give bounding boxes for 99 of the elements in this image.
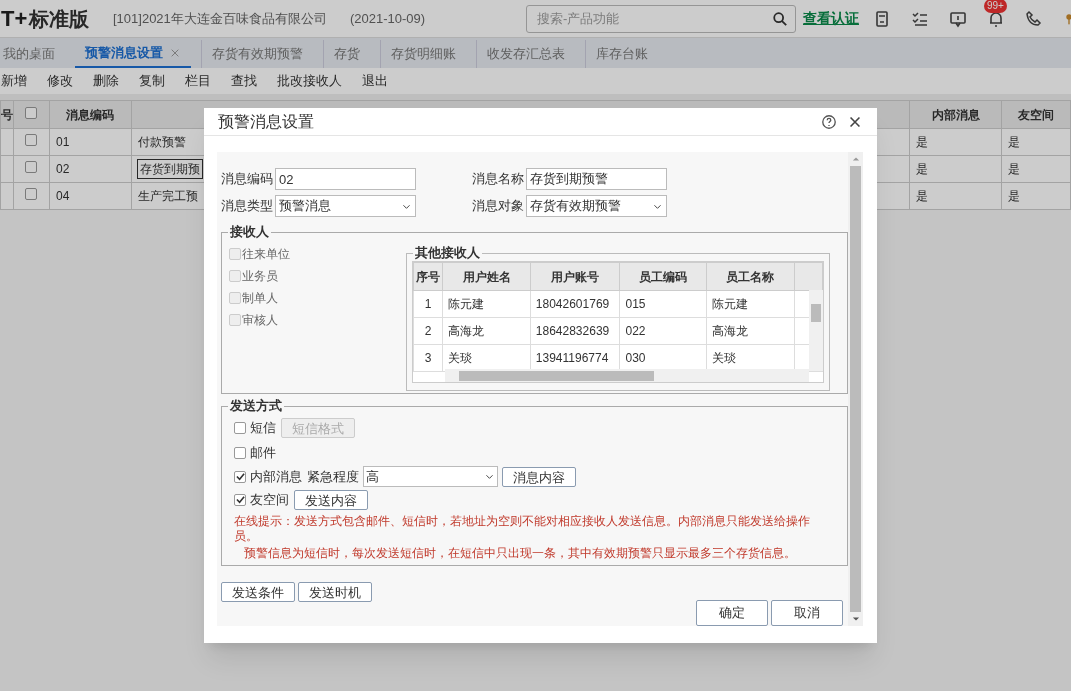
table-cell: 陈元建 xyxy=(442,290,531,318)
table-cell: 高海龙 xyxy=(442,317,531,345)
checkbox[interactable] xyxy=(229,314,241,326)
button[interactable]: 发送条件 xyxy=(221,582,295,602)
date-label: (2021-10-09) xyxy=(350,9,427,28)
checkbox[interactable] xyxy=(229,292,241,304)
column-header: 序号 xyxy=(413,262,443,291)
group-title: 接收人 xyxy=(228,224,271,240)
checkbox[interactable] xyxy=(25,134,38,146)
checkbox-label: 往来单位 xyxy=(242,246,290,263)
toolbar-button[interactable]: 栏目 xyxy=(185,71,211,91)
toolbar-button[interactable]: 删除 xyxy=(93,71,119,91)
dropdown[interactable]: 存货有效期预警 xyxy=(526,195,667,217)
group-title: 其他接收人 xyxy=(413,245,482,261)
checkbox-label: 邮件 xyxy=(250,444,276,463)
table-cell-text: 生产完工预 xyxy=(137,188,198,205)
table-cell: 18642832639 xyxy=(530,317,620,345)
button[interactable]: 确定 xyxy=(696,600,768,626)
checkbox[interactable] xyxy=(25,188,38,200)
toolbar-button[interactable]: 新增 xyxy=(1,71,27,91)
field-label: 消息对象 xyxy=(472,197,524,216)
checkbox[interactable] xyxy=(229,270,241,282)
checkbox[interactable] xyxy=(229,248,241,260)
calculator-icon[interactable] xyxy=(873,9,891,28)
table-cell: 1 xyxy=(413,290,443,318)
column-header: 员工编码 xyxy=(620,262,707,291)
column-header: 内部消息 xyxy=(909,100,1002,129)
table-cell: 18042601769 xyxy=(530,290,620,318)
column-header: 号 xyxy=(0,100,14,129)
table-cell: 04 xyxy=(49,182,132,210)
table-cell: 是 xyxy=(1001,128,1071,156)
scrollbar[interactable] xyxy=(809,290,823,371)
button[interactable]: 发送内容 xyxy=(294,489,368,510)
phone-icon[interactable] xyxy=(1025,9,1043,28)
button[interactable]: 消息内容 xyxy=(502,466,576,487)
toolbar-button[interactable]: 修改 xyxy=(47,71,73,91)
scrollbar[interactable] xyxy=(848,152,863,626)
table-cell: 高海龙 xyxy=(706,317,795,345)
table-cell: 3 xyxy=(413,344,443,372)
checkbox-label: 制单人 xyxy=(242,290,278,307)
table-cell: 是 xyxy=(1001,182,1071,210)
checkbox[interactable] xyxy=(234,493,246,506)
table-cell: 存货到期预 xyxy=(137,160,202,178)
button[interactable]: 发送时机 xyxy=(298,582,372,602)
column-header: 友空间 xyxy=(1001,100,1071,129)
message-icon[interactable] xyxy=(949,9,967,28)
edition-title: 标准版 xyxy=(29,7,90,32)
column-header: 用户姓名 xyxy=(442,262,531,291)
dialog-title: 预警消息设置 xyxy=(218,111,314,132)
checkbox-label: 审核人 xyxy=(242,312,278,329)
field-label: 消息编码 xyxy=(221,170,273,189)
group-title: 发送方式 xyxy=(228,398,284,414)
button[interactable]: 取消 xyxy=(771,600,843,626)
checkbox-label: 业务员 xyxy=(242,268,278,285)
search-icon[interactable] xyxy=(772,10,788,27)
checkbox[interactable] xyxy=(234,422,246,434)
checkbox-label: 友空间 xyxy=(250,490,289,509)
table-cell: 是 xyxy=(909,182,1002,210)
checkbox[interactable] xyxy=(234,447,246,459)
hint-text: 在线提示：发送方式包含邮件、短信时，若地址为空则不能对相应接收人发送信息。内部消息只能发送给操作员。 xyxy=(234,514,811,544)
input-field[interactable]: 存货到期预警 xyxy=(526,168,667,190)
table-cell: 015 xyxy=(620,290,707,318)
notification-badge: 99+ xyxy=(984,0,1007,13)
column-header: 用户账号 xyxy=(530,262,620,291)
table-cell: 2 xyxy=(413,317,443,345)
toolbar-button[interactable]: 查找 xyxy=(231,71,257,91)
field-label: 消息类型 xyxy=(221,197,273,216)
company-name: [101]2021年大连金百味食品有限公司 xyxy=(113,9,328,28)
checkbox[interactable] xyxy=(25,106,38,119)
hint-text: 预警信息为短信时，每次发送短信时，在短信中只出现一条，其中有效期预警只显示最多三个存货信息。 xyxy=(243,546,797,561)
table-cell: 是 xyxy=(1001,155,1071,183)
dropdown[interactable]: 高 xyxy=(363,466,498,487)
help-icon[interactable] xyxy=(821,113,837,130)
checkbox[interactable] xyxy=(234,470,246,483)
checkbox-label: 内部消息 xyxy=(250,467,302,486)
field-label: 消息名称 xyxy=(472,170,524,189)
column-header: 消息编码 xyxy=(49,100,132,129)
search-field[interactable]: 搜索-产品功能 xyxy=(526,4,796,33)
table-cell-text: 付款预警 xyxy=(137,134,186,151)
checkbox-label: 短信 xyxy=(250,419,276,438)
toolbar-button[interactable]: 退出 xyxy=(362,71,388,91)
table-cell: 022 xyxy=(620,317,707,345)
column-header: 员工名称 xyxy=(706,262,795,291)
toolbar-button[interactable]: 批改接收人 xyxy=(277,71,342,91)
input-field[interactable]: 02 xyxy=(275,168,416,190)
table-cell: 01 xyxy=(49,128,132,156)
dropdown[interactable]: 预警消息 xyxy=(275,195,416,217)
field-label: 紧急程度 xyxy=(307,467,359,486)
toolbar-button[interactable]: 复制 xyxy=(139,71,165,91)
tab[interactable]: 我的桌面 xyxy=(0,40,65,68)
checkbox[interactable] xyxy=(25,161,38,173)
table-cell: 陈元建 xyxy=(706,290,795,318)
verify-link[interactable]: 查看认证 xyxy=(803,8,859,29)
scrollbar[interactable] xyxy=(445,369,809,382)
table-cell: 是 xyxy=(909,128,1002,156)
table-cell: 是 xyxy=(909,155,1002,183)
logo: T+ xyxy=(1,5,28,33)
table-cell: 02 xyxy=(49,155,132,183)
checklist-icon[interactable] xyxy=(911,9,929,28)
